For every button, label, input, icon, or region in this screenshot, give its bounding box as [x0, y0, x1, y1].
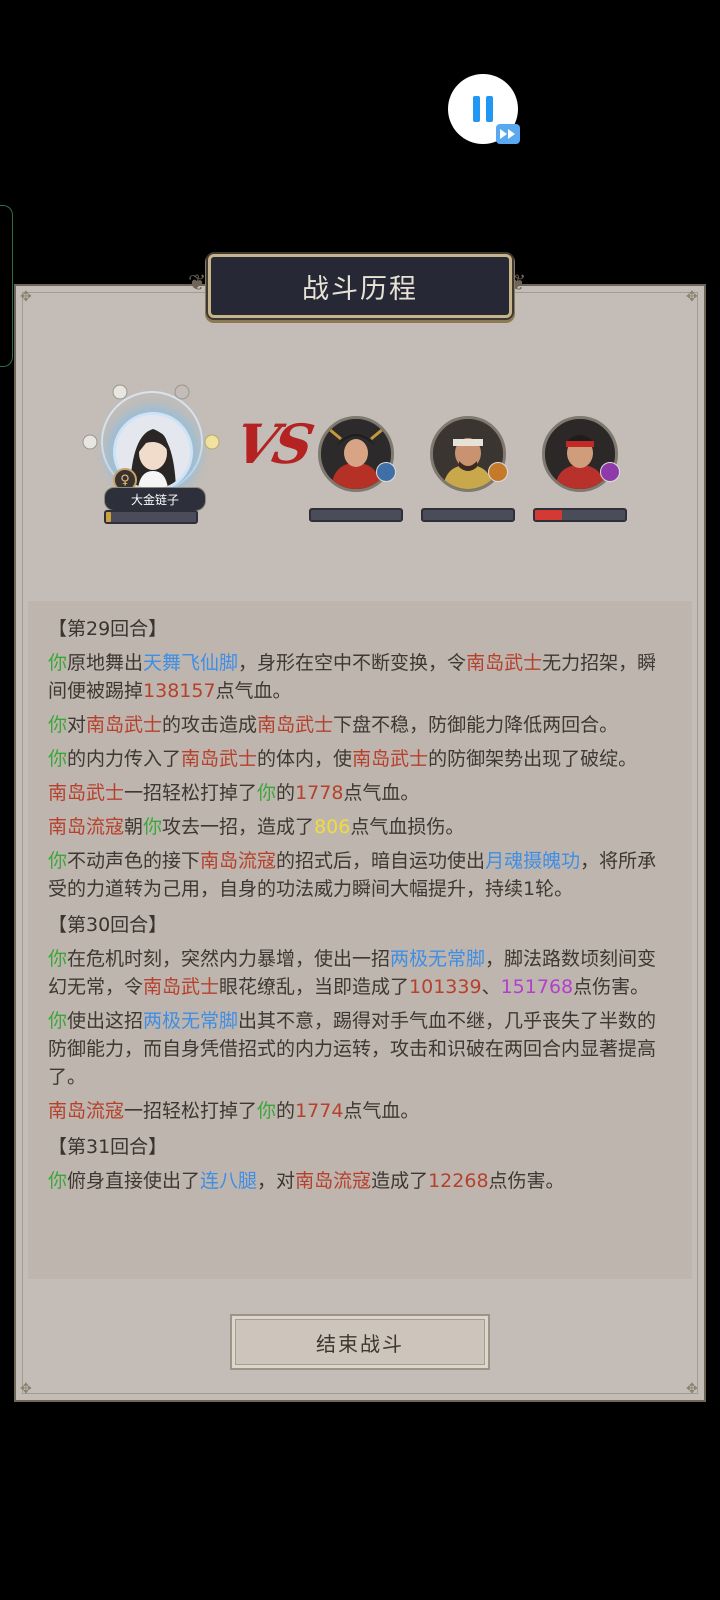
log-entry: 你不动声色的接下南岛流寇的招式后，暗自运功使出月魂摄魄功，将所承受的力道转为己用… — [48, 850, 657, 900]
log-entry: 南岛流寇朝你攻去一招，造成了806点气血损伤。 — [48, 816, 465, 838]
corner-ornament-icon: ✥ — [686, 289, 698, 305]
battle-log: 【第29回合】 你原地舞出天舞飞仙脚，身形在空中不断变换，令南岛武士无力招架，瞬… — [28, 601, 692, 1279]
side-drawer-handle[interactable] — [0, 205, 13, 367]
end-battle-label: 结束战斗 — [316, 1331, 404, 1356]
round-header: 【第30回合】 — [48, 914, 168, 936]
enemy-hp-bar — [421, 508, 515, 522]
log-entry: 你对南岛武士的攻击造成南岛武士下盘不稳，防御能力降低两回合。 — [48, 714, 619, 736]
player-hp-fill — [106, 512, 111, 522]
fast-forward-icon[interactable] — [496, 124, 520, 144]
enemy-badge-icon — [488, 462, 508, 482]
enemy-badge-icon — [600, 462, 620, 482]
log-entry: 你的内力传入了南岛武士的体内，使南岛武士的防御架势出现了破绽。 — [48, 748, 638, 770]
log-entry: 南岛武士一招轻松打掉了你的1778点气血。 — [48, 782, 420, 804]
corner-ornament-icon: ✥ — [686, 1381, 698, 1397]
round-header: 【第29回合】 — [48, 618, 168, 640]
log-entry: 你在危机时刻，突然内力暴增，使出一招两极无常脚，脚法路数顷刻间变幻无常，令南岛武… — [48, 948, 657, 998]
player-hp-bar — [104, 510, 198, 524]
title-ornament-icon: ❦ — [188, 271, 207, 296]
log-entry: 你原地舞出天舞飞仙脚，身形在空中不断变换，令南岛武士无力招架，瞬间便被踢掉138… — [48, 652, 657, 702]
corner-ornament-icon: ✥ — [20, 1381, 32, 1397]
log-entry: 你俯身直接使出了连八腿，对南岛流寇造成了12268点伤害。 — [48, 1170, 565, 1192]
round-header: 【第31回合】 — [48, 1136, 168, 1158]
end-battle-button[interactable]: 结束战斗 — [230, 1314, 490, 1370]
log-entry: 南岛流寇一招轻松打掉了你的1774点气血。 — [48, 1100, 420, 1122]
corner-ornament-icon: ✥ — [20, 289, 32, 305]
pause-icon — [470, 96, 496, 122]
log-entry: 你使出这招两极无常脚出其不意，踢得对手气血不继，几乎丧失了半数的防御能力，而自身… — [48, 1010, 657, 1088]
panel-title: 战斗历程 — [302, 273, 418, 305]
player-name: 大金链子 — [104, 487, 206, 511]
panel-title-plate: 战斗历程 — [208, 254, 512, 318]
enemy-hp-fill — [535, 510, 562, 520]
enemy-badge-icon — [376, 462, 396, 482]
enemy-hp-bar — [533, 508, 627, 522]
enemy-hp-bar — [309, 508, 403, 522]
vs-label: VS — [229, 412, 316, 476]
